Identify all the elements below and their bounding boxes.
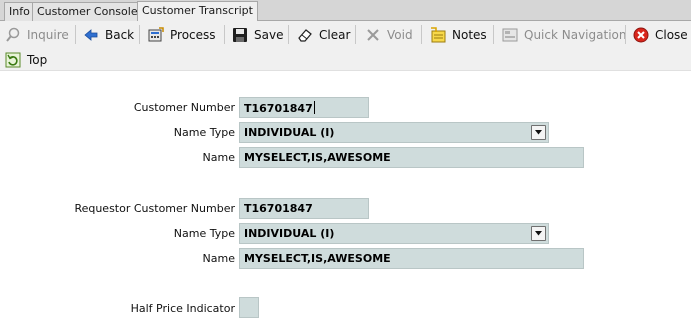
toolbar-separator xyxy=(288,25,289,44)
process-label: Process xyxy=(170,28,216,42)
inquire-button[interactable]: Inquire xyxy=(5,24,69,46)
name-type-select[interactable]: INDIVIDUAL (I) xyxy=(239,122,549,143)
close-icon xyxy=(633,27,649,43)
quick-navigation-button[interactable]: Quick Navigation xyxy=(502,24,626,46)
back-label: Back xyxy=(105,28,135,42)
customer-number-label: Customer Number xyxy=(133,101,235,114)
floppy-disk-icon xyxy=(232,27,248,43)
tab-strip: Info Customer Console Customer Transcrip… xyxy=(0,0,691,21)
half-price-indicator-checkbox[interactable] xyxy=(239,297,259,318)
customer-number-field[interactable]: T16701847 xyxy=(239,97,369,118)
chevron-down-icon[interactable] xyxy=(531,226,546,241)
tab-customer-console[interactable]: Customer Console xyxy=(32,2,143,21)
name-type-value: INDIVIDUAL (I) xyxy=(244,126,335,139)
notes-icon xyxy=(430,27,446,43)
back-button[interactable]: Back xyxy=(83,24,134,46)
notes-button[interactable]: Notes xyxy=(430,24,487,46)
toolbar-separator xyxy=(224,25,225,44)
process-button[interactable]: Process xyxy=(148,24,216,46)
back-arrow-icon xyxy=(83,27,99,43)
refresh-icon xyxy=(5,52,21,68)
toolbar-separator xyxy=(625,25,626,44)
toolbar-separator xyxy=(493,25,494,44)
tab-customer-transcript[interactable]: Customer Transcript xyxy=(137,1,258,21)
clear-label: Clear xyxy=(319,28,351,42)
requestor-customer-number-field[interactable]: T16701847 xyxy=(239,198,369,219)
close-button[interactable]: Close xyxy=(633,24,688,46)
toolbar-separator xyxy=(75,25,76,44)
tab-info[interactable]: Info xyxy=(4,2,35,21)
chevron-down-icon[interactable] xyxy=(531,125,546,140)
requestor-name-type-label: Name Type xyxy=(173,227,235,240)
toolbar-separator xyxy=(421,25,422,44)
void-label: Void xyxy=(387,28,413,42)
top-button[interactable]: Top xyxy=(5,49,47,71)
toolbar-separator xyxy=(355,25,356,44)
top-label: Top xyxy=(27,53,48,67)
clear-button[interactable]: Clear xyxy=(297,24,350,46)
toolbar-separator xyxy=(139,25,140,44)
requestor-name-field[interactable]: MYSELECT,IS,AWESOME xyxy=(239,248,584,269)
save-button[interactable]: Save xyxy=(232,24,283,46)
magnifier-icon xyxy=(5,27,21,43)
eraser-icon xyxy=(297,27,313,43)
toolbar: Inquire Back Process Save Clear Void Not… xyxy=(0,21,691,71)
requestor-customer-number-label: Requestor Customer Number xyxy=(74,202,235,215)
inquire-label: Inquire xyxy=(27,28,69,42)
half-price-indicator-label: Half Price Indicator xyxy=(130,302,235,315)
requestor-name-type-value: INDIVIDUAL (I) xyxy=(244,227,335,240)
name-field[interactable]: MYSELECT,IS,AWESOME xyxy=(239,147,584,168)
requestor-name-label: Name xyxy=(202,252,235,265)
requestor-name-type-select[interactable]: INDIVIDUAL (I) xyxy=(239,223,549,244)
quick-navigation-icon xyxy=(502,27,518,43)
void-button[interactable]: Void xyxy=(365,24,413,46)
save-label: Save xyxy=(254,28,284,42)
name-type-label: Name Type xyxy=(173,126,235,139)
notes-label: Notes xyxy=(452,28,487,42)
process-icon xyxy=(148,27,164,43)
close-label: Close xyxy=(655,28,688,42)
quick-navigation-label: Quick Navigation xyxy=(524,28,627,42)
name-label: Name xyxy=(202,151,235,164)
x-mark-icon xyxy=(365,27,381,43)
